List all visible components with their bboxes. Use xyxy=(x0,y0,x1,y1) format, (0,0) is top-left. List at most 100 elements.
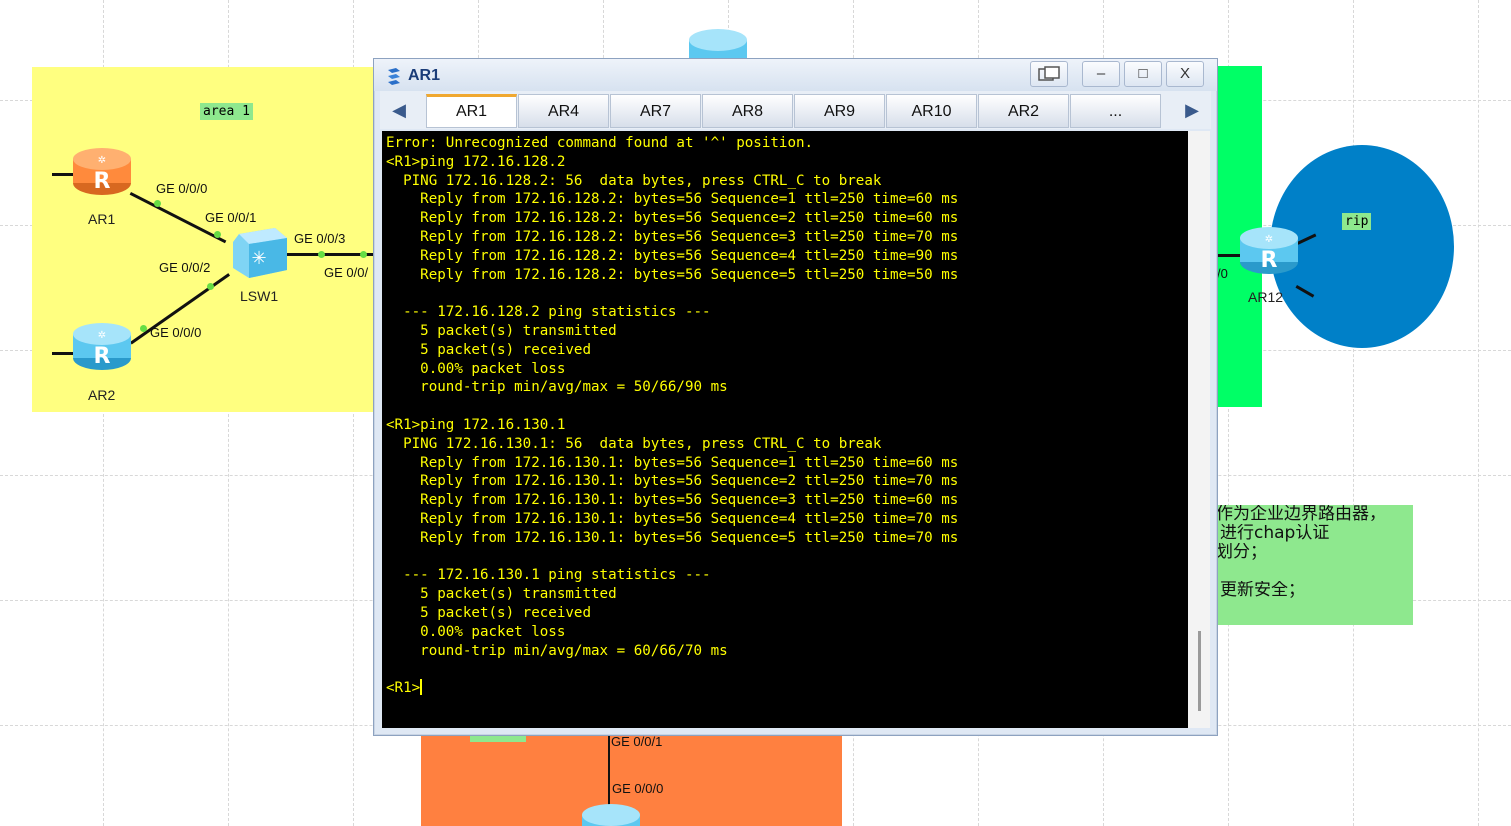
console-line: --- 172.16.130.1 ping statistics --- xyxy=(386,567,711,584)
link-ar1-stub[interactable] xyxy=(52,173,74,176)
note-line xyxy=(1216,562,1412,581)
svg-text:R: R xyxy=(94,169,111,194)
console-line: round-trip min/avg/max = 50/66/90 ms xyxy=(386,379,728,396)
router-bottom-partial[interactable] xyxy=(581,803,641,826)
router-top-partial[interactable] xyxy=(688,28,748,58)
link-ar12-west[interactable] xyxy=(1218,254,1240,257)
tab-ar7[interactable]: AR7 xyxy=(610,94,701,128)
ar1-console-window[interactable]: AR1 – □ X ◀ AR1 AR4 AR7 AR8 AR9 AR10 AR2… xyxy=(373,58,1218,736)
console-line: 0.00% packet loss xyxy=(386,623,566,640)
port-label: GE 0/0/ xyxy=(324,265,369,280)
port-label: GE 0/0/1 xyxy=(205,210,257,225)
tab-ar9[interactable]: AR9 xyxy=(794,94,885,128)
tab-scroll-left-icon[interactable]: ◀ xyxy=(384,95,414,125)
port-dot xyxy=(140,325,147,332)
window-title: AR1 xyxy=(408,67,441,84)
console-scrollbar[interactable] xyxy=(1188,131,1210,728)
console-line: Error: Unrecognized command found at '^'… xyxy=(386,135,814,151)
device-label-ar2: AR2 xyxy=(88,387,116,403)
console-line: Reply from 172.16.130.1: bytes=56 Sequen… xyxy=(386,454,959,471)
console-line: PING 172.16.128.2: 56 data bytes, press … xyxy=(386,172,882,189)
svg-text:✲: ✲ xyxy=(1265,234,1273,245)
svg-text:R: R xyxy=(94,344,111,369)
console-line: Reply from 172.16.130.1: bytes=56 Sequen… xyxy=(386,510,959,527)
console-line: Reply from 172.16.130.1: bytes=56 Sequen… xyxy=(386,473,959,490)
note-line: 划分； xyxy=(1216,543,1267,562)
port-label: GE 0/0/0 xyxy=(156,181,208,196)
console-line: Reply from 172.16.128.2: bytes=56 Sequen… xyxy=(386,266,959,283)
scrollbar-thumb[interactable] xyxy=(1198,631,1201,711)
tab-ar10[interactable]: AR10 xyxy=(886,94,977,128)
port-dot xyxy=(207,283,214,290)
note-line: 作为企业边界路由器， xyxy=(1216,505,1386,524)
console-line: Reply from 172.16.128.2: bytes=56 Sequen… xyxy=(386,191,959,208)
router-icon xyxy=(689,29,747,58)
minimize-button[interactable]: – xyxy=(1082,61,1120,87)
device-tab-bar: ◀ AR1 AR4 AR7 AR8 AR9 AR10 AR2 ... ▶ xyxy=(380,91,1211,129)
port-label: GE 0/0/0 xyxy=(150,325,202,340)
device-label-lsw1: LSW1 xyxy=(240,288,279,304)
tab-ar8[interactable]: AR8 xyxy=(702,94,793,128)
console-line: 5 packet(s) transmitted xyxy=(386,586,617,603)
tab-ar1[interactable]: AR1 xyxy=(426,94,517,128)
svg-text:✲: ✲ xyxy=(98,330,106,341)
note-line: 进行chap认证 xyxy=(1220,524,1330,543)
svg-text:✲: ✲ xyxy=(98,155,106,166)
tab-more[interactable]: ... xyxy=(1070,94,1161,128)
port-dot xyxy=(318,251,325,258)
switch-lsw1[interactable]: ✳ xyxy=(233,228,287,278)
router-icon: R ✲ xyxy=(73,148,131,195)
terminal-app-icon xyxy=(388,68,400,85)
router-ar1[interactable]: R ✲ xyxy=(72,147,132,197)
port-dot xyxy=(360,251,367,258)
console-line: Reply from 172.16.128.2: bytes=56 Sequen… xyxy=(386,247,959,264)
console-line: <R1> xyxy=(386,679,423,697)
area-1-label[interactable]: area 1 xyxy=(200,103,253,120)
console-line: 5 packet(s) received xyxy=(386,341,591,358)
port-label: GE 0/0/3 xyxy=(294,231,346,246)
port-dot xyxy=(214,231,221,238)
router-ar2[interactable]: R ✲ xyxy=(72,322,132,372)
restore-icon xyxy=(1038,66,1060,81)
port-label: GE 0/0/1 xyxy=(611,734,663,749)
console-line: Reply from 172.16.130.1: bytes=56 Sequen… xyxy=(386,492,959,509)
tab-ar2[interactable]: AR2 xyxy=(978,94,1069,128)
console-output[interactable]: Error: Unrecognized command found at '^'… xyxy=(382,131,1188,728)
console-line: <R1>ping 172.16.130.1 xyxy=(386,416,566,433)
note-text: 作为企业边界路由器， 进行chap认证 划分； 更新安全； xyxy=(1216,505,1412,600)
router-ar12[interactable]: R ✲ xyxy=(1239,226,1299,276)
port-label: GE 0/0/2 xyxy=(159,260,211,275)
router-icon: R ✲ xyxy=(73,323,131,370)
console-lines: Error: Unrecognized command found at '^'… xyxy=(386,134,1188,698)
device-label-ar1: AR1 xyxy=(88,211,116,227)
router-icon xyxy=(582,804,640,826)
device-label-ar12: AR12 xyxy=(1248,289,1284,305)
maximize-button[interactable]: □ xyxy=(1124,61,1162,87)
link-bottom-vertical[interactable] xyxy=(608,735,610,805)
tab-ar4[interactable]: AR4 xyxy=(518,94,609,128)
port-label: /0 xyxy=(1217,266,1228,281)
console-line: 5 packet(s) received xyxy=(386,604,591,621)
console-line: round-trip min/avg/max = 60/66/70 ms xyxy=(386,642,728,659)
text-cursor xyxy=(420,679,423,696)
console-line: 5 packet(s) transmitted xyxy=(386,322,617,339)
console-line: 0.00% packet loss xyxy=(386,360,566,377)
link-ar2-stub[interactable] xyxy=(52,352,74,355)
console-line: --- 172.16.128.2 ping statistics --- xyxy=(386,304,711,321)
window-titlebar[interactable]: AR1 – □ X xyxy=(374,59,1217,91)
close-button[interactable]: X xyxy=(1166,61,1204,87)
switch-icon: ✳ xyxy=(233,228,287,278)
router-icon: R ✲ xyxy=(1240,227,1298,274)
port-dot xyxy=(154,200,161,207)
console-line: Reply from 172.16.128.2: bytes=56 Sequen… xyxy=(386,228,959,245)
restore-button[interactable] xyxy=(1030,61,1068,87)
tab-scroll-right-icon[interactable]: ▶ xyxy=(1177,95,1207,125)
rip-label[interactable]: rip xyxy=(1342,213,1372,230)
console-line: <R1>ping 172.16.128.2 xyxy=(386,153,566,170)
console-line: Reply from 172.16.130.1: bytes=56 Sequen… xyxy=(386,529,959,546)
console-line: Reply from 172.16.128.2: bytes=56 Sequen… xyxy=(386,210,959,227)
